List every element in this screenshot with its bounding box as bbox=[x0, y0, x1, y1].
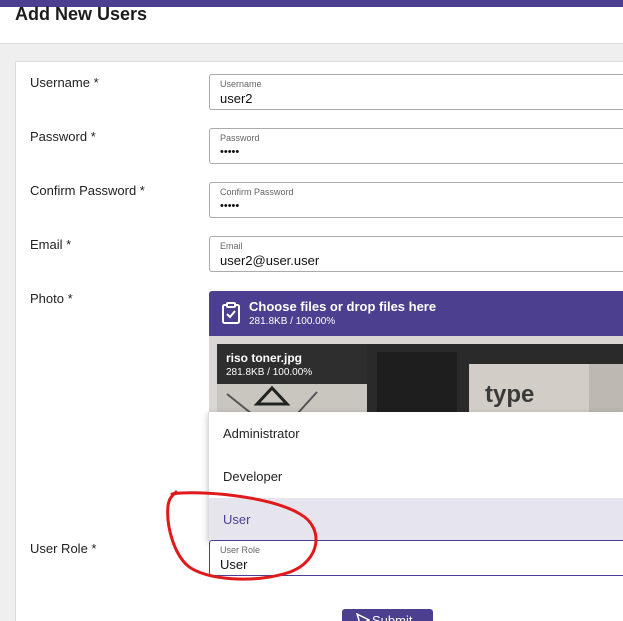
page-title: Add New Users bbox=[15, 4, 148, 24]
user-role-options-menu: Administrator Developer User bbox=[208, 412, 623, 541]
upload-status: 281.8KB / 100.00% bbox=[249, 316, 336, 327]
page-header: Add New Users bbox=[0, 4, 623, 44]
user-role-float-label: User Role bbox=[220, 545, 261, 555]
upload-prompt: Choose files or drop files here bbox=[249, 299, 437, 314]
photo-label: Photo * bbox=[30, 291, 73, 306]
user-role-value: User bbox=[220, 557, 248, 572]
confirm-password-field[interactable]: Confirm Password ••••• bbox=[209, 182, 623, 218]
email-label: Email * bbox=[30, 237, 72, 252]
role-option-user[interactable]: User bbox=[209, 498, 623, 541]
email-value: user2@user.user bbox=[220, 253, 320, 268]
username-label: Username * bbox=[30, 75, 99, 90]
submit-button[interactable]: Submit bbox=[342, 609, 433, 621]
file-upload-dropzone[interactable]: Choose files or drop files here 281.8KB … bbox=[209, 291, 623, 336]
password-field[interactable]: Password ••••• bbox=[209, 128, 623, 164]
email-float-label: Email bbox=[220, 241, 243, 251]
file-status: 281.8KB / 100.00% bbox=[226, 367, 313, 378]
role-option-administrator[interactable]: Administrator bbox=[209, 412, 623, 455]
clipboard-check-icon bbox=[222, 302, 240, 324]
password-value: ••••• bbox=[220, 146, 240, 158]
confirm-password-float-label: Confirm Password bbox=[220, 187, 294, 197]
confirm-password-value: ••••• bbox=[220, 200, 240, 212]
email-field[interactable]: Email user2@user.user bbox=[209, 236, 623, 272]
password-label: Password * bbox=[30, 129, 96, 144]
thumbnail-image-text: type bbox=[485, 381, 534, 408]
user-role-select[interactable]: User Role User bbox=[209, 540, 623, 576]
confirm-password-label: Confirm Password * bbox=[30, 183, 145, 198]
uploaded-file-preview[interactable]: type riso toner.jpg 281.8KB / 100.00% bbox=[209, 336, 623, 414]
username-value: user2 bbox=[220, 91, 253, 106]
submit-label: Submit bbox=[372, 613, 413, 621]
username-float-label: Username bbox=[220, 79, 262, 89]
file-name: riso toner.jpg bbox=[226, 351, 303, 365]
username-field[interactable]: Username user2 bbox=[209, 74, 623, 110]
role-option-developer[interactable]: Developer bbox=[209, 455, 623, 498]
user-role-label: User Role * bbox=[30, 541, 97, 556]
password-float-label: Password bbox=[220, 133, 260, 143]
send-icon bbox=[356, 613, 370, 621]
